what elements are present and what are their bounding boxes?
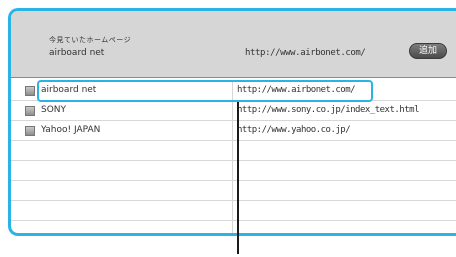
row-checkbox[interactable] (25, 86, 35, 96)
bookmark-row-empty (11, 221, 456, 233)
bookmark-title: SONY (41, 105, 67, 115)
bookmark-row[interactable]: Yahoo! JAPAN http://www.yahoo.co.jp/ (11, 121, 456, 141)
current-page-caption: 今見ていたホームページ (49, 36, 132, 44)
bookmark-list: airboard net http://www.airbonet.com/ SO… (11, 81, 456, 233)
current-page-header: 今見ていたホームページ airboard net http://www.airb… (11, 11, 456, 78)
bookmark-title: Yahoo! JAPAN (41, 125, 101, 135)
current-page-url: http://www.airbonet.com/ (245, 48, 366, 58)
callout-pointer-line (237, 102, 239, 254)
row-checkbox[interactable] (25, 126, 35, 136)
bookmark-url: http://www.sony.co.jp/index_text.html (237, 105, 419, 115)
bookmark-row[interactable]: SONY http://www.sony.co.jp/index_text.ht… (11, 101, 456, 121)
row-highlight-callout (37, 80, 373, 102)
current-page-title: airboard net (49, 48, 105, 58)
bookmark-row-empty (11, 181, 456, 201)
bookmark-url: http://www.yahoo.co.jp/ (237, 125, 351, 135)
row-checkbox[interactable] (25, 106, 35, 116)
add-button[interactable]: 追加 (409, 43, 447, 59)
bookmark-row-empty (11, 141, 456, 161)
bookmark-row-empty (11, 201, 456, 221)
bookmark-row-empty (11, 161, 456, 181)
bookmark-screen: 今見ていたホームページ airboard net http://www.airb… (8, 8, 456, 236)
